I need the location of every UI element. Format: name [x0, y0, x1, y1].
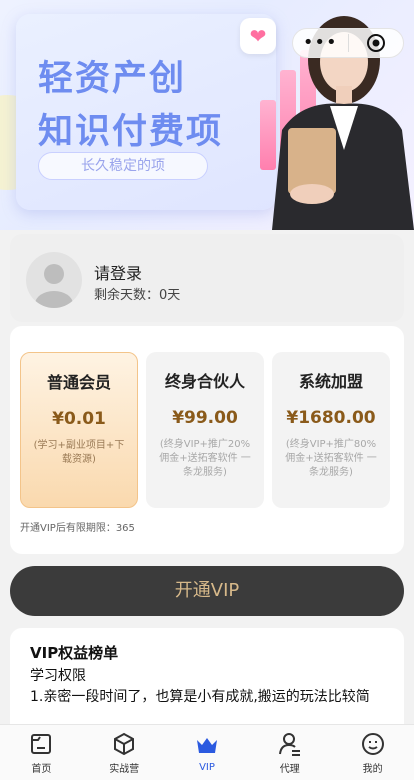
plan-price: ¥0.01	[52, 409, 106, 429]
vip-validity: 开通VIP后有限期限：365	[20, 523, 135, 534]
user-panel[interactable]: 请登录 剩余天数：0天	[10, 234, 404, 322]
plan-desc: (终身VIP+推广80% 佣金+送拓客软件 一条龙服务)	[285, 439, 377, 478]
promo-banner[interactable]: ❤ 轻资产创 知识付费项 长久稳定的项 •••	[0, 0, 414, 230]
tab-label: 代理	[279, 763, 300, 775]
profile-icon	[361, 732, 384, 755]
bottom-tab-bar: 首页 实战营 VIP 代理 我的	[0, 724, 414, 780]
close-target-icon[interactable]	[349, 33, 404, 53]
tab-home[interactable]: 首页	[0, 725, 83, 780]
login-prompt[interactable]: 请登录	[94, 260, 142, 284]
tab-training[interactable]: 实战营	[83, 725, 166, 780]
mini-program-capsule[interactable]: •••	[292, 28, 404, 58]
plan-card-partner[interactable]: 终身合伙人 ¥99.00 (终身VIP+推广20% 佣金+送拓客软件 一条龙服务…	[146, 352, 264, 508]
tab-vip[interactable]: VIP	[166, 725, 249, 780]
plan-card-basic[interactable]: 普通会员 ¥0.01 (学习+副业项目+下载资源)	[20, 352, 138, 508]
plan-name: 终身合伙人	[164, 372, 245, 391]
more-icon[interactable]: •••	[293, 29, 348, 57]
rights-text: 1.亲密一段时间了，也算是小有成就,搬运的玩法比较简	[30, 689, 370, 705]
vip-rights-card: VIP权益榜单 学习权限 1.亲密一段时间了，也算是小有成就,搬运的玩法比较简	[10, 628, 404, 728]
home-icon	[31, 733, 52, 754]
banner-pill: 长久稳定的项	[38, 152, 208, 180]
banner-title-line1: 轻资产创	[38, 59, 187, 99]
user-agent-icon	[278, 732, 300, 756]
plan-name: 普通会员	[46, 373, 111, 392]
crown-icon	[196, 737, 217, 753]
tab-label: 首页	[31, 763, 52, 775]
plan-desc: (终身VIP+推广20% 佣金+送拓客软件 一条龙服务)	[159, 439, 251, 478]
open-vip-button[interactable]: 开通VIP	[10, 566, 404, 616]
cube-icon	[114, 732, 135, 755]
remaining-days: 剩余天数：0天	[94, 288, 181, 303]
tab-label: 实战营	[109, 763, 140, 775]
plan-price: ¥99.00	[172, 408, 238, 428]
rights-subtitle: 学习权限	[30, 668, 86, 684]
plan-name: 系统加盟	[298, 372, 363, 391]
tab-mine[interactable]: 我的	[331, 725, 414, 780]
tab-agent[interactable]: 代理	[248, 725, 331, 780]
plan-desc: (学习+副业项目+下载资源)	[33, 440, 125, 465]
avatar[interactable]	[26, 252, 82, 308]
rights-title: VIP权益榜单	[30, 644, 119, 662]
membership-plans: 普通会员 ¥0.01 (学习+副业项目+下载资源) 终身合伙人 ¥99.00 (…	[10, 326, 404, 554]
plan-card-franchise[interactable]: 系统加盟 ¥1680.00 (终身VIP+推广80% 佣金+送拓客软件 一条龙服…	[272, 352, 390, 508]
tab-label: 我的	[362, 763, 383, 775]
plan-price: ¥1680.00	[286, 408, 376, 428]
banner-title-line2: 知识付费项	[38, 112, 224, 152]
tab-label: VIP	[199, 761, 215, 773]
